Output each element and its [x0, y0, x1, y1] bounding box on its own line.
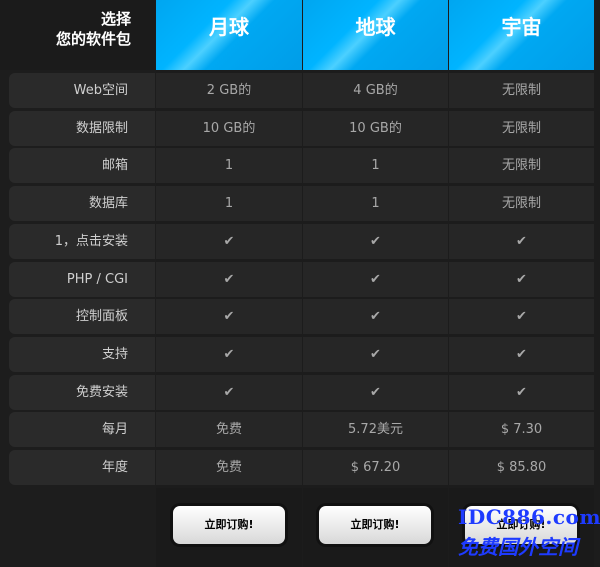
plan-header-earth: 地球: [303, 0, 448, 70]
check-icon-universe: ✔: [449, 299, 594, 334]
check-icon-moon: ✔: [156, 299, 302, 334]
check-icon-earth: ✔: [303, 375, 448, 410]
check-icon-moon: ✔: [156, 224, 302, 259]
order-now-button-earth[interactable]: 立即订购!: [319, 506, 431, 544]
check-icon-moon: ✔: [156, 262, 302, 297]
row-label: 每月: [9, 412, 155, 447]
heading-line-2: 您的软件包: [55, 30, 131, 48]
pricing-table: 选择 您的软件包 月球 地球 宇宙 Web空间 2 GB的 4 GB的 无限制 数据限制…: [0, 0, 600, 567]
cell-value-moon: 2 GB的: [156, 73, 302, 108]
check-icon-earth: ✔: [303, 262, 448, 297]
cell-value-moon: 1: [156, 148, 302, 183]
table-row: 控制面板 ✔ ✔ ✔: [0, 298, 600, 335]
check-icon-earth: ✔: [303, 299, 448, 334]
table-row: 数据限制 10 GB的 10 GB的 无限制: [0, 110, 600, 147]
order-now-button-moon[interactable]: 立即订购!: [173, 506, 285, 544]
cell-value-universe: 无限制: [449, 186, 594, 221]
cell-value-universe: $ 7.30: [449, 412, 594, 447]
row-label: PHP / CGI: [9, 262, 155, 297]
row-label: 控制面板: [9, 299, 155, 334]
check-icon-moon: ✔: [156, 337, 302, 372]
heading-line-1: 选择: [100, 10, 131, 28]
check-icon-universe: ✔: [449, 262, 594, 297]
footer-col-earth: 立即订购!: [303, 488, 448, 567]
row-label: 邮箱: [9, 148, 155, 183]
row-label: Web空间: [9, 73, 155, 108]
table-row: 支持 ✔ ✔ ✔: [0, 336, 600, 373]
row-label: 支持: [9, 337, 155, 372]
check-icon-universe: ✔: [449, 224, 594, 259]
choose-package-heading: 选择 您的软件包: [0, 0, 155, 70]
table-row: 1，点击安装 ✔ ✔ ✔: [0, 223, 600, 260]
watermark-tagline: 免费国外空间: [458, 535, 578, 559]
check-icon-universe: ✔: [449, 375, 594, 410]
table-row: 邮箱 1 1 无限制: [0, 147, 600, 184]
check-icon-universe: ✔: [449, 337, 594, 372]
check-icon-earth: ✔: [303, 224, 448, 259]
table-row: 免费安装 ✔ ✔ ✔: [0, 374, 600, 411]
cell-value-earth: 4 GB的: [303, 73, 448, 108]
cell-value-earth: $ 67.20: [303, 450, 448, 485]
cell-value-universe: $ 85.80: [449, 450, 594, 485]
cell-value-moon: 免费: [156, 450, 302, 485]
cell-value-earth: 10 GB的: [303, 111, 448, 146]
row-label: 1，点击安装: [9, 224, 155, 259]
cell-value-universe: 无限制: [449, 148, 594, 183]
row-label: 数据限制: [9, 111, 155, 146]
check-icon-earth: ✔: [303, 337, 448, 372]
row-label: 数据库: [9, 186, 155, 221]
row-label: 年度: [9, 450, 155, 485]
row-label: 免费安装: [9, 375, 155, 410]
check-icon-moon: ✔: [156, 375, 302, 410]
table-row: 年度 免费 $ 67.20 $ 85.80: [0, 449, 600, 486]
plan-header-moon: 月球: [156, 0, 302, 70]
cell-value-earth: 1: [303, 148, 448, 183]
cell-value-moon: 10 GB的: [156, 111, 302, 146]
cell-value-universe: 无限制: [449, 111, 594, 146]
table-row: PHP / CGI ✔ ✔ ✔: [0, 261, 600, 298]
cell-value-moon: 免费: [156, 412, 302, 447]
cell-value-earth: 1: [303, 186, 448, 221]
watermark-domain: IDC886.com: [458, 505, 600, 529]
cell-value-earth: 5.72美元: [303, 412, 448, 447]
cell-value-moon: 1: [156, 186, 302, 221]
table-row: 数据库 1 1 无限制: [0, 185, 600, 222]
footer-col-moon: 立即订购!: [156, 488, 302, 567]
plan-header-universe: 宇宙: [449, 0, 594, 70]
cell-value-universe: 无限制: [449, 73, 594, 108]
table-row: Web空间 2 GB的 4 GB的 无限制: [0, 72, 600, 109]
table-row: 每月 免费 5.72美元 $ 7.30: [0, 411, 600, 448]
